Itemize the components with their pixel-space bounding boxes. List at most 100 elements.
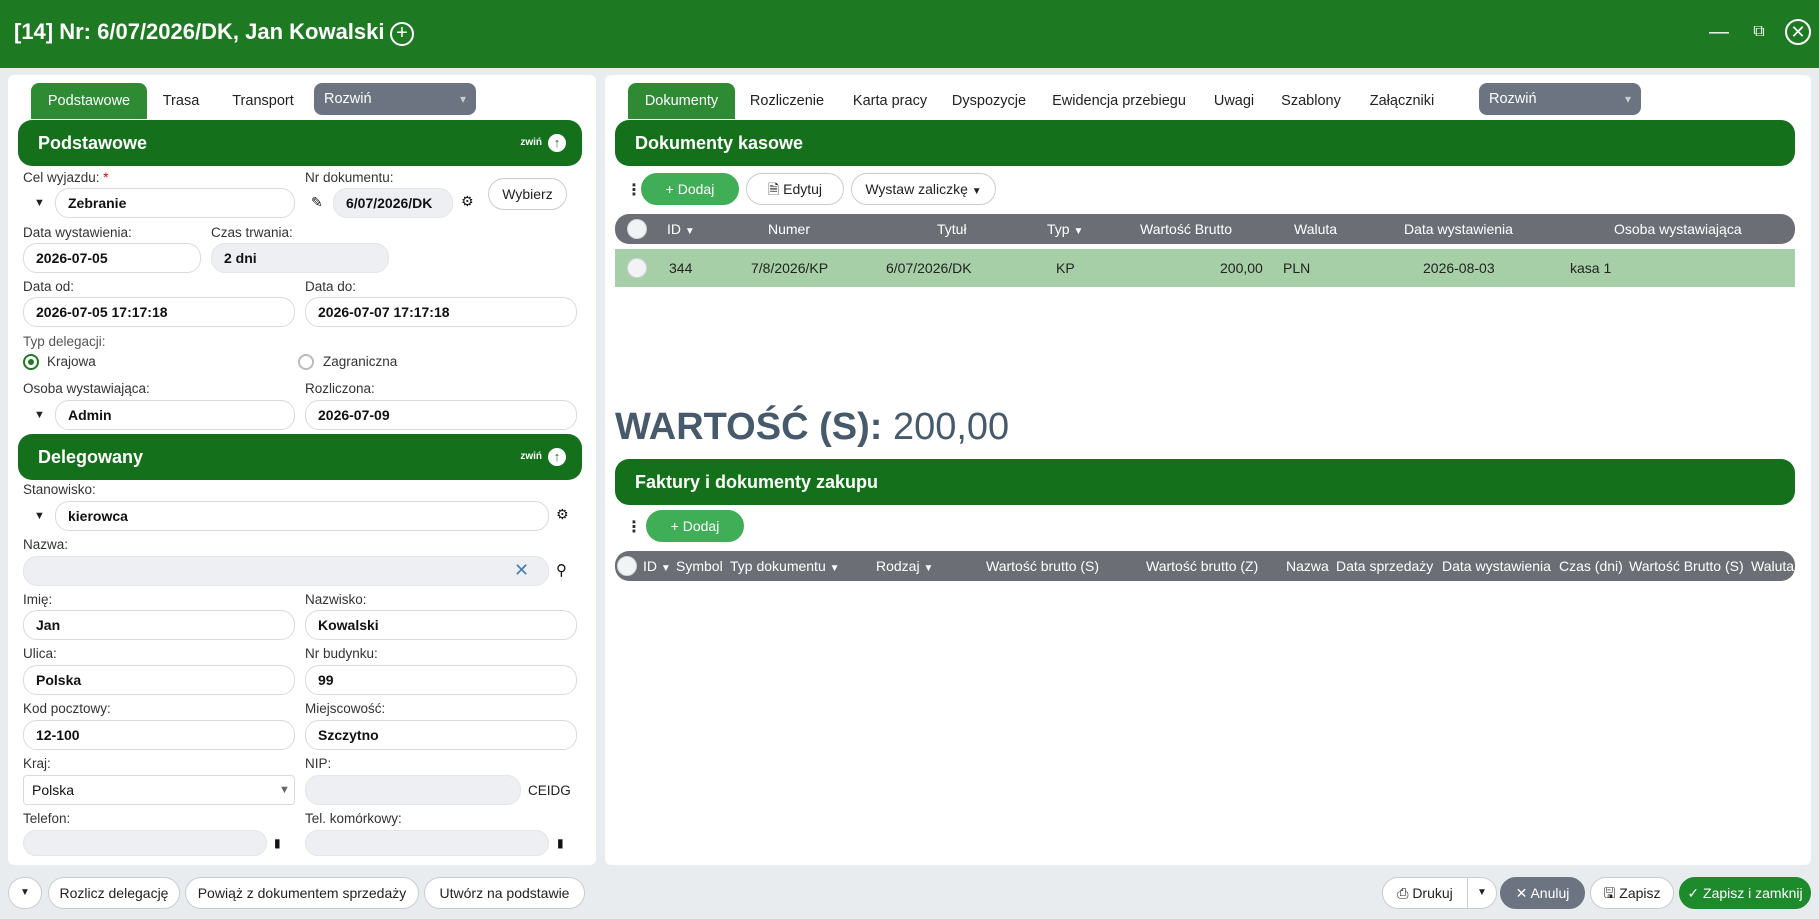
imie-label: Imię:	[23, 592, 53, 607]
kod-input[interactable]: 12-100	[23, 720, 295, 750]
nrbud-input[interactable]: 99	[305, 665, 577, 695]
print-options-caret[interactable]: ▼	[1467, 877, 1497, 909]
tab-karta-pracy[interactable]: Karta pracy	[839, 83, 941, 119]
col-wartosc-brutto[interactable]: Wartość Brutto	[1140, 214, 1232, 244]
kasowe-edit-button[interactable]: 🗎 Edytuj	[746, 173, 844, 205]
printer-icon: ⎙	[1397, 885, 1413, 901]
collapse-label: zwiń	[520, 451, 542, 462]
col-tytul[interactable]: Tytuł	[937, 214, 967, 244]
select-all-checkbox[interactable]	[627, 219, 647, 239]
tab-trasa[interactable]: Trasa	[147, 83, 215, 119]
col-czas[interactable]: Czas (dni)	[1559, 551, 1623, 581]
tab-uwagi[interactable]: Uwagi	[1201, 83, 1267, 119]
col-id[interactable]: ID ▼	[667, 214, 695, 247]
tel-input[interactable]	[23, 830, 267, 856]
col-rodzaj[interactable]: Rodzaj ▼	[876, 551, 933, 584]
stan-dropdown-caret-icon[interactable]: ▼	[34, 510, 45, 522]
wystaw-zaliczke-button[interactable]: Wystaw zaliczkę ▼	[851, 173, 996, 205]
telkom-input[interactable]	[305, 830, 549, 856]
radio-zagraniczna[interactable]	[298, 354, 314, 370]
add-circle-icon[interactable]: +	[390, 22, 414, 46]
nazwa-label: Nazwa:	[23, 537, 69, 552]
rozlicz-button[interactable]: Rozlicz delegację	[48, 877, 180, 909]
kraj-select[interactable]: Polska	[23, 775, 295, 805]
col-typ-dokumentu[interactable]: Typ dokumentu ▼	[730, 551, 840, 584]
col-waluta[interactable]: Waluta	[1751, 551, 1794, 581]
col-nazwa[interactable]: Nazwa	[1286, 551, 1329, 581]
nazwisko-input[interactable]: Kowalski	[305, 610, 577, 640]
kebab-menu-icon[interactable]: ⋮	[626, 180, 642, 200]
tab-podstawowe[interactable]: Podstawowe	[31, 83, 147, 119]
col-osoba-wystawiajaca[interactable]: Osoba wystawiająca	[1614, 214, 1742, 244]
window-titlebar: [14] Nr: 6/07/2026/DK, Jan Kowalski + — …	[0, 0, 1819, 68]
tab-dokumenty[interactable]: Dokumenty	[628, 83, 735, 119]
tab-szablony[interactable]: Szablony	[1267, 83, 1355, 119]
faktury-add-button[interactable]: + Dodaj	[646, 510, 744, 542]
left-expand-dropdown[interactable]: Rozwiń	[314, 83, 476, 115]
col-id[interactable]: ID ▼	[643, 551, 671, 584]
right-expand-dropdown[interactable]: Rozwiń	[1479, 83, 1641, 115]
tab-transport[interactable]: Transport	[217, 83, 309, 119]
rozl-input[interactable]: 2026-07-09	[305, 400, 577, 430]
kebab-menu-icon[interactable]: ⋮	[626, 517, 642, 537]
col-wartosc-s[interactable]: Wartość brutto (S)	[986, 551, 1099, 581]
clear-icon[interactable]: ✕	[514, 560, 529, 581]
pencil-icon[interactable]: ✎	[311, 194, 323, 211]
tab-rozliczenie[interactable]: Rozliczenie	[735, 83, 839, 119]
message-icon[interactable]: ▮	[557, 836, 564, 850]
col-waluta[interactable]: Waluta	[1294, 214, 1337, 244]
data-do-input[interactable]: 2026-07-07 17:17:18	[305, 297, 577, 327]
row-checkbox[interactable]	[627, 258, 647, 278]
footer-menu-caret[interactable]: ▼	[8, 877, 42, 909]
gear-icon[interactable]: ⚙	[556, 506, 569, 523]
nazwa-input[interactable]	[23, 556, 549, 586]
data-wyst-input[interactable]: 2026-07-05	[23, 243, 201, 273]
col-data-wystawienia[interactable]: Data wystawienia	[1442, 551, 1551, 581]
collapse-delegowany-button[interactable]: zwiń ↑	[520, 434, 566, 480]
utworz-button[interactable]: Utwórz na podstawie	[424, 877, 585, 909]
close-icon[interactable]: ✕	[1785, 19, 1811, 45]
col-wartosc-z[interactable]: Wartość brutto (Z)	[1146, 551, 1258, 581]
search-icon[interactable]: ⚲	[556, 561, 567, 579]
print-button[interactable]: ⎙ Drukuj	[1382, 877, 1468, 909]
kasowe-add-button[interactable]: + Dodaj	[641, 173, 739, 205]
col-numer[interactable]: Numer	[768, 214, 810, 244]
osoba-dropdown-caret-icon[interactable]: ▼	[34, 409, 45, 421]
col-data-sprzedazy[interactable]: Data sprzedaży	[1336, 551, 1433, 581]
col-symbol[interactable]: Symbol	[676, 551, 723, 581]
nip-input[interactable]	[305, 775, 521, 805]
stan-select[interactable]: kierowca	[55, 501, 549, 531]
col-data-wystawienia[interactable]: Data wystawienia	[1404, 214, 1513, 244]
osoba-select[interactable]: Admin	[55, 400, 295, 430]
left-tabs: Podstawowe Trasa Transport Rozwiń	[31, 83, 481, 119]
col-wartosc-brutto-s[interactable]: Wartość Brutto (S)	[1629, 551, 1744, 581]
tab-zalaczniki[interactable]: Załączniki	[1355, 83, 1449, 119]
ceidg-link[interactable]: CEIDG	[528, 783, 571, 798]
cancel-button[interactable]: ✕ Anuluj	[1500, 877, 1585, 909]
collapse-podstawowe-button[interactable]: zwiń ↑	[520, 120, 566, 166]
save-and-close-button[interactable]: ✓ Zapisz i zamknij	[1679, 877, 1811, 909]
powiaz-button[interactable]: Powiąż z dokumentem sprzedaży	[185, 877, 419, 909]
section-delegowany: Delegowany zwiń ↑	[18, 434, 582, 480]
section-faktury-title: Faktury i dokumenty zakupu	[635, 472, 879, 492]
tab-dyspozycje[interactable]: Dyspozycje	[941, 83, 1037, 119]
select-all-checkbox[interactable]	[617, 556, 637, 576]
message-icon[interactable]: ▮	[274, 836, 281, 850]
ulica-input[interactable]: Polska	[23, 665, 295, 695]
cel-dropdown-caret-icon[interactable]: ▼	[34, 197, 45, 209]
nr-input[interactable]: 6/07/2026/DK	[333, 188, 453, 218]
minimize-icon[interactable]: —	[1705, 18, 1733, 46]
miejsc-input[interactable]: Szczytno	[305, 720, 577, 750]
imie-input[interactable]: Jan	[23, 610, 295, 640]
table-row[interactable]: 344 7/8/2026/KP 6/07/2026/DK KP 200,00 P…	[615, 249, 1795, 287]
tab-ewidencja[interactable]: Ewidencja przebiegu	[1037, 83, 1201, 119]
radio-krajowa[interactable]	[23, 354, 39, 370]
restore-icon[interactable]: ⧉	[1745, 18, 1773, 46]
col-typ[interactable]: Typ ▼	[1047, 214, 1083, 247]
save-button[interactable]: 🖫 Zapisz	[1590, 877, 1674, 909]
data-od-input[interactable]: 2026-07-05 17:17:18	[23, 297, 295, 327]
gear-icon[interactable]: ⚙	[461, 193, 474, 210]
stan-label: Stanowisko:	[23, 482, 96, 497]
cel-select[interactable]: Zebranie	[55, 188, 295, 218]
wybierz-button[interactable]: Wybierz	[488, 178, 567, 210]
